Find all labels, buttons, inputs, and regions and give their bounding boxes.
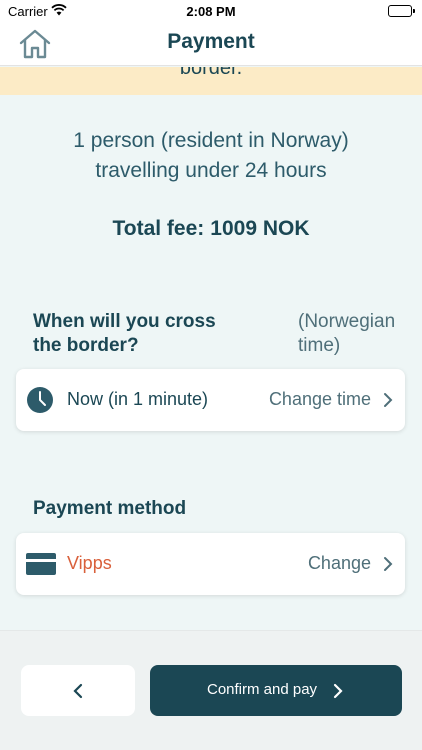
battery-icon bbox=[388, 5, 415, 17]
chevron-right-icon bbox=[383, 392, 393, 408]
banner-text: border. bbox=[179, 67, 243, 79]
payment-section-title: Payment method bbox=[33, 498, 187, 519]
change-payment-button[interactable]: Change bbox=[308, 553, 371, 574]
info-banner: border. bbox=[0, 67, 422, 95]
clock-icon bbox=[26, 386, 54, 414]
fee-amount: 1009 NOK bbox=[210, 217, 310, 240]
confirm-and-pay-button[interactable]: Confirm and pay bbox=[150, 665, 402, 716]
payment-method-value: Vipps bbox=[67, 553, 112, 573]
back-button[interactable] bbox=[21, 665, 135, 716]
confirm-button-label: Confirm and pay bbox=[207, 681, 318, 698]
payment-method-card[interactable]: Vipps Change bbox=[16, 533, 405, 595]
summary-travellers: 1 person (resident in Norway) bbox=[73, 129, 349, 152]
timezone-note: (Norwegian time) bbox=[298, 311, 396, 356]
chevron-right-icon bbox=[383, 556, 393, 572]
chevron-left-icon bbox=[73, 683, 83, 699]
summary-duration: travelling under 24 hours bbox=[95, 159, 327, 182]
total-fee: Total fee: 1009 NOK bbox=[0, 217, 422, 241]
trip-summary: 1 person (resident in Norway) travelling… bbox=[0, 126, 422, 186]
fee-label: Total fee: bbox=[112, 217, 205, 240]
status-bar: Carrier 2:08 PM bbox=[0, 0, 422, 22]
clock-time: 2:08 PM bbox=[186, 4, 236, 19]
chevron-right-icon bbox=[333, 683, 343, 699]
bottom-action-bar: Confirm and pay bbox=[0, 630, 422, 750]
navigation-bar: Payment bbox=[0, 22, 422, 66]
crossing-time-card[interactable]: Now (in 1 minute) Change time bbox=[16, 369, 405, 431]
crossing-time-value: Now (in 1 minute) bbox=[67, 389, 209, 409]
change-time-button[interactable]: Change time bbox=[269, 389, 371, 410]
card-icon bbox=[26, 553, 56, 575]
page-title: Payment bbox=[167, 30, 255, 53]
crossing-section-title: When will you cross the border? bbox=[33, 311, 216, 356]
